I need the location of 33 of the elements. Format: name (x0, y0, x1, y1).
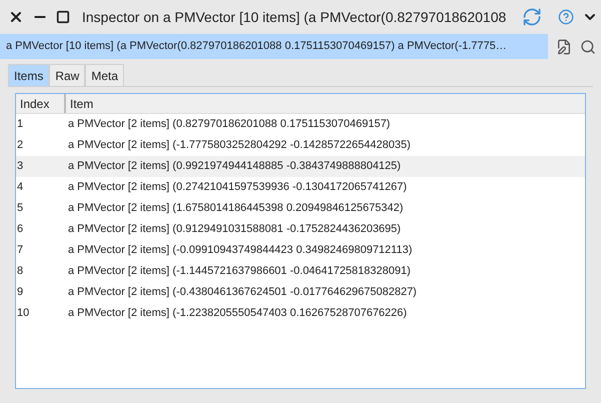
table-cell-text: a PMVector [2 items] (0.827970186201088 0.1751153070469157) (68, 117, 390, 132)
tab[interactable]: Items (8, 64, 50, 86)
window-title: Inspector on a PMVector [10 items] (a PMVector(0.82797018620108 (82, 8, 506, 27)
table-cell-text: a PMVector [2 items] (-1.7775803252804292 -0.14285722654428035) (68, 138, 410, 154)
table-cell-text: a PMVector [2 items] (-1.1445721637986601 -0.04641725818328091) (68, 264, 410, 280)
table-row[interactable]: 3 a PMVector [2 items] (0.9921974944148885 -0.3843749888804125) (16, 156, 585, 177)
table-cell-text: 3 (16, 159, 24, 174)
column-header[interactable]: Item (66, 94, 585, 113)
table-cell-text: a PMVector [2 items] (0.9129491031588081 -0.1752824436203695) (68, 222, 401, 238)
table-cell-text: a PMVector [2 items] (-1.2238205550547403 0.16267528707676226) (68, 306, 407, 322)
tab[interactable]: Raw (49, 64, 86, 86)
table-cell-text: 8 (16, 264, 24, 280)
table-cell-text: 1 (16, 117, 24, 132)
maximize-icon[interactable] (56, 10, 70, 24)
help-icon[interactable] (558, 9, 574, 25)
table-cell-text: a PMVector [2 items] (0.27421041597539936 -0.1304172065741267) (68, 180, 407, 196)
table-cell-text: 2 (16, 138, 24, 154)
tab[interactable]: Meta (85, 64, 124, 86)
table-cell-text: 10 (16, 306, 30, 322)
table-cell-text: 5 (16, 201, 24, 216)
table-cell-text: 4 (16, 180, 24, 196)
table-cell-text: a PMVector [2 items] (-0.09910943749844423 0.34982469809712113) (68, 243, 412, 258)
edit-icon[interactable] (556, 38, 572, 54)
search-icon[interactable] (580, 38, 596, 54)
table-cell-text: a PMVector [2 items] (-0.4380461367624501 -0.017764629675082827) (68, 285, 417, 300)
close-icon[interactable] (8, 9, 24, 25)
table-cell-text: a PMVector [2 items] (0.9921974944148885 -0.3843749888804125) (68, 159, 401, 174)
table-cell-text: 7 (16, 243, 24, 258)
table-cell-text: a PMVector [2 items] (1.6758014186445398 0.20949846125675342) (68, 201, 404, 216)
table-cell-text: 9 (16, 285, 24, 300)
refresh-icon[interactable] (522, 7, 542, 27)
breadcrumb[interactable]: a PMVector [10 items] (a PMVector(0.827970186201088 0.1751153070469157) a PMVector(-1.7775… (0, 34, 548, 59)
table-cell-text: 6 (16, 222, 24, 238)
